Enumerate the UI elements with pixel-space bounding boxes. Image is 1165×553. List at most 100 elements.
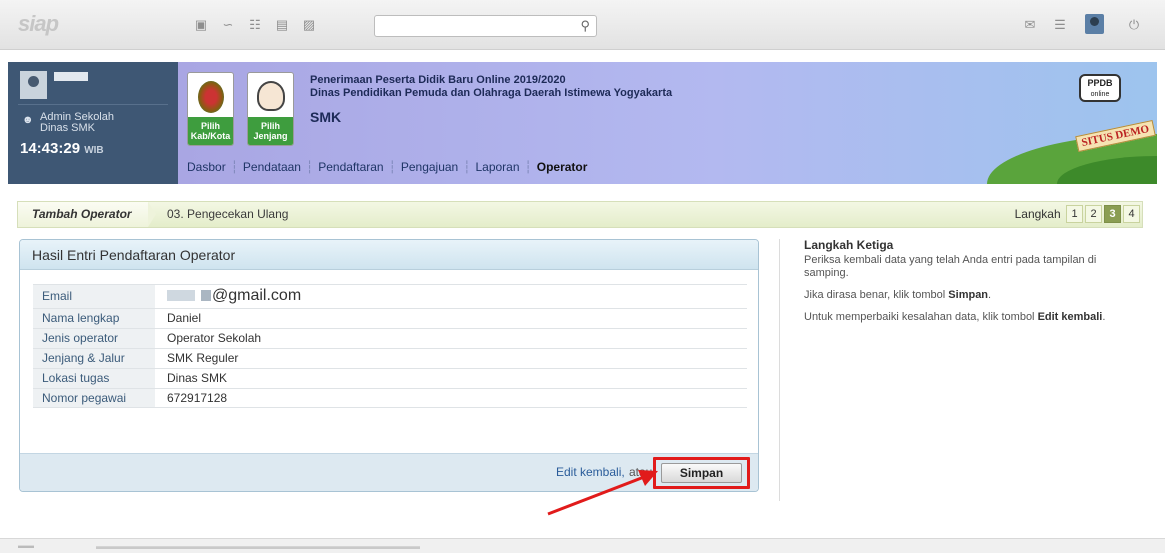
badge-label: Pilih Jenjang xyxy=(248,117,293,145)
cube-icon[interactable]: ▣ xyxy=(193,17,209,33)
badge-label: Pilih Kab/Kota xyxy=(188,117,233,145)
column-divider xyxy=(779,239,780,501)
page-footer: ▬▬ ▬▬▬▬▬▬▬▬▬▬▬▬▬▬▬▬▬▬▬▬▬▬▬▬▬▬▬▬▬▬▬▬▬▬▬▬ xyxy=(0,538,1165,553)
user-role-icon: ☻ xyxy=(22,114,34,126)
search-input[interactable] xyxy=(375,16,565,36)
row-value: Dinas SMK xyxy=(167,371,228,385)
row-value: SMK Reguler xyxy=(167,351,239,365)
top-bar: siap ▣ ∽ ☷ ▤ ▨ ⚲ ✉ ☰ ⏻ xyxy=(0,0,1165,50)
help-text-part: Untuk memperbaiki kesalahan data, klik t… xyxy=(804,311,1038,323)
badge-label-line1: Pilih xyxy=(260,121,280,131)
select-jenjang-button[interactable]: Pilih Jenjang xyxy=(247,72,294,146)
step-bar: Tambah Operator 03. Pengecekan Ulang Lan… xyxy=(17,201,1143,228)
help-text-part: . xyxy=(1102,311,1106,323)
nav-separator: ┆ xyxy=(463,160,471,174)
nav-dasbor[interactable]: Dasbor xyxy=(187,160,226,174)
help-title: Langkah Ketiga xyxy=(804,238,894,252)
redaction-mask xyxy=(167,290,195,302)
row-key: Nomor pegawai xyxy=(33,389,155,407)
header-banner: Pilih Kab/Kota Pilih Jenjang Penerimaan … xyxy=(178,62,1157,184)
nav-operator[interactable]: Operator xyxy=(537,160,588,174)
row-key: Email xyxy=(33,285,155,308)
contacts-icon[interactable]: ▨ xyxy=(301,17,317,33)
emblem-icon xyxy=(198,81,224,113)
row-value: @gmail.com xyxy=(167,285,301,307)
list-icon[interactable]: ☰ xyxy=(1052,17,1068,33)
power-icon[interactable]: ⏻ xyxy=(1126,17,1142,33)
footer-logo: ▬▬ xyxy=(18,541,34,550)
clock: 14:43:29 WIB xyxy=(20,140,104,157)
save-button[interactable]: Simpan xyxy=(661,463,742,483)
help-text-part: . xyxy=(988,289,992,301)
annotation-arrow xyxy=(547,470,658,516)
user-avatar[interactable] xyxy=(20,71,47,99)
header-title: Penerimaan Peserta Didik Baru Online 201… xyxy=(310,74,672,100)
search-icon[interactable]: ⚲ xyxy=(580,18,590,34)
help-panel: Langkah Ketiga Periksa kembali data yang… xyxy=(804,239,1134,333)
table-row: Nama lengkap Daniel xyxy=(33,308,747,328)
row-key: Lokasi tugas xyxy=(33,369,155,388)
step-page-4[interactable]: 4 xyxy=(1123,205,1140,223)
table-row: Email @gmail.com xyxy=(33,284,747,308)
ppdb-logo-subtext: online xyxy=(1090,91,1110,98)
nav-separator: ┆ xyxy=(230,160,238,174)
nav-separator: ┆ xyxy=(388,160,396,174)
mail-icon[interactable]: ✉ xyxy=(1022,17,1038,33)
row-key: Jenis operator xyxy=(33,329,155,348)
footer-text-masked: ▬▬▬▬▬▬▬▬▬▬▬▬▬▬▬▬▬▬▬▬▬▬▬▬▬▬▬▬▬▬▬▬▬▬▬▬ xyxy=(96,541,420,551)
step-pager-label: Langkah xyxy=(1014,207,1061,221)
nav-separator: ┆ xyxy=(305,160,314,174)
clock-timezone: WIB xyxy=(84,145,104,156)
avatar[interactable] xyxy=(1085,14,1104,34)
help-text: Periksa kembali data yang telah Anda ent… xyxy=(804,254,1097,279)
breadcrumb-current[interactable]: Tambah Operator xyxy=(18,202,156,227)
step-page-2[interactable]: 2 xyxy=(1085,205,1102,223)
rss-icon[interactable]: ∽ xyxy=(220,17,236,33)
user-panel: ☻ Admin Sekolah Dinas SMK 14:43:29 WIB xyxy=(8,62,178,184)
table-row: Lokasi tugas Dinas SMK xyxy=(33,368,747,388)
row-key: Jenjang & Jalur xyxy=(33,349,155,368)
table-row: Nomor pegawai 672917128 xyxy=(33,388,747,408)
step-title: 03. Pengecekan Ulang xyxy=(167,207,289,221)
step-page-3[interactable]: 3 xyxy=(1104,205,1121,223)
nav-pendaftaran[interactable]: Pendaftaran xyxy=(318,160,383,174)
row-value: Daniel xyxy=(167,311,202,325)
divider xyxy=(18,104,168,105)
header-title-line1: Penerimaan Peserta Didik Baru Online 201… xyxy=(310,74,566,86)
search-box[interactable]: ⚲ xyxy=(374,15,597,37)
badge-label-line2: Jenjang xyxy=(253,131,288,141)
nav-laporan[interactable]: Laporan xyxy=(475,160,519,174)
select-kabkota-button[interactable]: Pilih Kab/Kota xyxy=(187,72,234,146)
redaction-mask xyxy=(201,290,211,302)
badge-label-line2: Kab/Kota xyxy=(190,131,231,141)
row-value: Operator Sekolah xyxy=(167,331,262,345)
header-title-line2: Dinas Pendidikan Pemuda dan Olahraga Dae… xyxy=(310,87,673,99)
badge-label-line1: Pilih xyxy=(200,121,220,131)
user-role-line2: Dinas SMK xyxy=(40,122,96,134)
user-name-masked xyxy=(54,72,88,81)
table-row: Jenis operator Operator Sekolah xyxy=(33,328,747,348)
help-text-part: Jika dirasa benar, klik tombol xyxy=(804,289,949,301)
result-table: Email @gmail.com Nama lengkap Daniel Jen… xyxy=(33,284,747,408)
document-icon[interactable]: ▤ xyxy=(274,17,290,33)
step-page-1[interactable]: 1 xyxy=(1066,205,1083,223)
panel-title: Hasil Entri Pendaftaran Operator xyxy=(20,240,758,270)
result-panel: Hasil Entri Pendaftaran Operator Email @… xyxy=(19,239,759,492)
email-value: @gmail.com xyxy=(212,287,302,304)
help-text-bold: Simpan xyxy=(948,289,989,301)
nav-pendataan[interactable]: Pendataan xyxy=(243,160,301,174)
table-row: Jenjang & Jalur SMK Reguler xyxy=(33,348,747,368)
help-text-bold: Edit kembali xyxy=(1037,311,1103,323)
row-value: 672917128 xyxy=(167,391,228,405)
ppdb-online-logo: PPDB online xyxy=(1079,74,1121,102)
ppdb-logo-text: PPDB xyxy=(1087,78,1113,88)
app-logo[interactable]: siap xyxy=(18,11,59,37)
clock-time: 14:43:29 xyxy=(20,140,81,157)
help-text: Untuk memperbaiki kesalahan data, klik t… xyxy=(804,311,1134,324)
help-text: Jika dirasa benar, klik tombol Simpan. xyxy=(804,289,1134,302)
nav-pengajuan[interactable]: Pengajuan xyxy=(401,160,458,174)
student-icon xyxy=(257,81,285,111)
user-role: Admin Sekolah Dinas SMK xyxy=(40,112,114,134)
grid-icon[interactable]: ☷ xyxy=(247,17,263,33)
row-key: Nama lengkap xyxy=(33,309,155,328)
